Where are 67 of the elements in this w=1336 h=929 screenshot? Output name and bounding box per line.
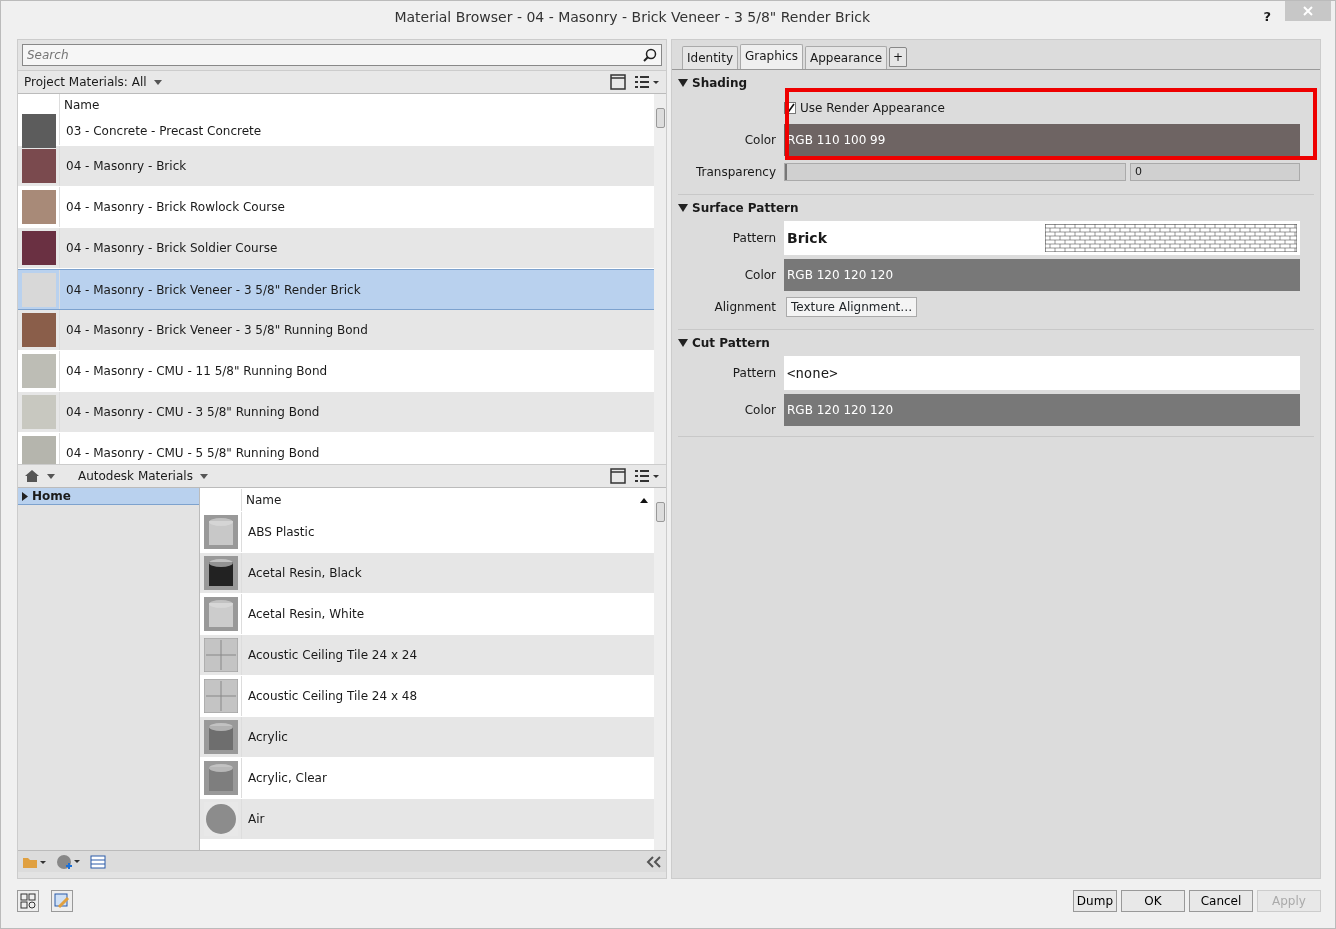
pattern-field[interactable]: <none>: [784, 356, 1300, 390]
color-field[interactable]: RGB 120 120 120: [784, 259, 1300, 291]
collapse-arrow-icon: [678, 79, 688, 87]
field-label: Color: [744, 268, 776, 282]
dropdown-caret-icon[interactable]: [46, 471, 56, 481]
field-label: Color: [744, 133, 776, 147]
material-row[interactable]: 04 - Masonry - CMU - 3 5/8" Running Bond: [18, 392, 654, 433]
material-row[interactable]: Acetal Resin, Black: [200, 553, 654, 594]
number-field[interactable]: 0: [1130, 163, 1300, 181]
brick-pattern-icon: [1045, 224, 1297, 252]
material-row[interactable]: Acrylic: [200, 717, 654, 758]
expand-arrow-icon[interactable]: [21, 491, 28, 501]
scrollbar[interactable]: [654, 94, 666, 464]
breadcrumb-dropdown[interactable]: Autodesk Materials: [78, 467, 193, 485]
field-label: Pattern: [732, 366, 776, 380]
section-header[interactable]: Surface Pattern: [678, 195, 1314, 221]
slider[interactable]: [784, 163, 1126, 181]
search-icon: [643, 48, 657, 62]
color-field[interactable]: RGB 120 120 120: [784, 394, 1300, 426]
list-view-icon[interactable]: [634, 468, 660, 484]
dropdown-caret-icon[interactable]: [198, 471, 209, 481]
list-view-icon[interactable]: [634, 74, 660, 90]
material-row[interactable]: Acoustic Ceiling Tile 24 x 24: [200, 635, 654, 676]
breadcrumb-dropdown[interactable]: Project Materials: All: [24, 73, 147, 91]
help-button[interactable]: ?: [1263, 7, 1271, 27]
material-row[interactable]: Air: [200, 799, 654, 840]
tab[interactable]: Appearance: [805, 46, 888, 69]
edit-icon: [54, 893, 70, 909]
collapse-arrow-icon: [678, 339, 688, 347]
section-header[interactable]: Cut Pattern: [678, 330, 1314, 356]
material-row[interactable]: 04 - Masonry - Brick Veneer - 3 5/8" Render Brick: [18, 269, 654, 310]
texture-alignment-button[interactable]: Texture Alignment…: [786, 297, 918, 317]
pattern-field[interactable]: Brick: [784, 221, 1300, 255]
compare-button[interactable]: [17, 890, 39, 912]
column-header[interactable]: Name: [242, 491, 282, 509]
collapse-arrow-icon: [678, 204, 688, 212]
field-label: Transparency: [695, 165, 776, 179]
add-tab-button[interactable]: +: [889, 47, 908, 67]
sort-arrow-icon: [640, 497, 648, 503]
dropdown-caret-icon[interactable]: [152, 77, 163, 87]
material-row[interactable]: 04 - Masonry - Brick Soldier Course: [18, 228, 654, 269]
compare-icon: [20, 893, 36, 909]
field-label: Pattern: [732, 231, 776, 245]
field-label: Color: [744, 403, 776, 417]
column-header[interactable]: Name: [60, 96, 100, 114]
dialog-button[interactable]: OK: [1121, 890, 1185, 912]
collapse-icon[interactable]: [646, 855, 662, 868]
close-icon: [1303, 6, 1313, 16]
tab[interactable]: Graphics: [740, 44, 803, 69]
material-row[interactable]: 04 - Masonry - Brick: [18, 146, 654, 187]
checkbox[interactable]: Use Render Appearance: [784, 99, 945, 117]
tree-item[interactable]: Home: [18, 488, 199, 505]
search-field[interactable]: Search: [22, 44, 662, 66]
globe-icon[interactable]: [56, 853, 80, 870]
checkmark-icon: [784, 102, 796, 114]
table-icon[interactable]: [90, 854, 106, 869]
scrollbar[interactable]: [654, 488, 666, 850]
panel-icon[interactable]: [610, 74, 626, 90]
window-title: Material Browser - 04 - Masonry - Brick Veneer - 3 5/8" Render Brick: [393, 7, 872, 27]
dialog-button[interactable]: Cancel: [1189, 890, 1253, 912]
material-row[interactable]: 04 - Masonry - Brick Veneer - 3 5/8" Running Bond: [18, 310, 654, 351]
panel-icon[interactable]: [610, 468, 626, 484]
tab[interactable]: Identity: [682, 46, 738, 69]
field-label: Alignment: [714, 300, 776, 314]
home-icon[interactable]: [24, 469, 40, 483]
dialog-button[interactable]: Dump: [1072, 890, 1117, 912]
section-header[interactable]: Shading: [678, 70, 1314, 96]
